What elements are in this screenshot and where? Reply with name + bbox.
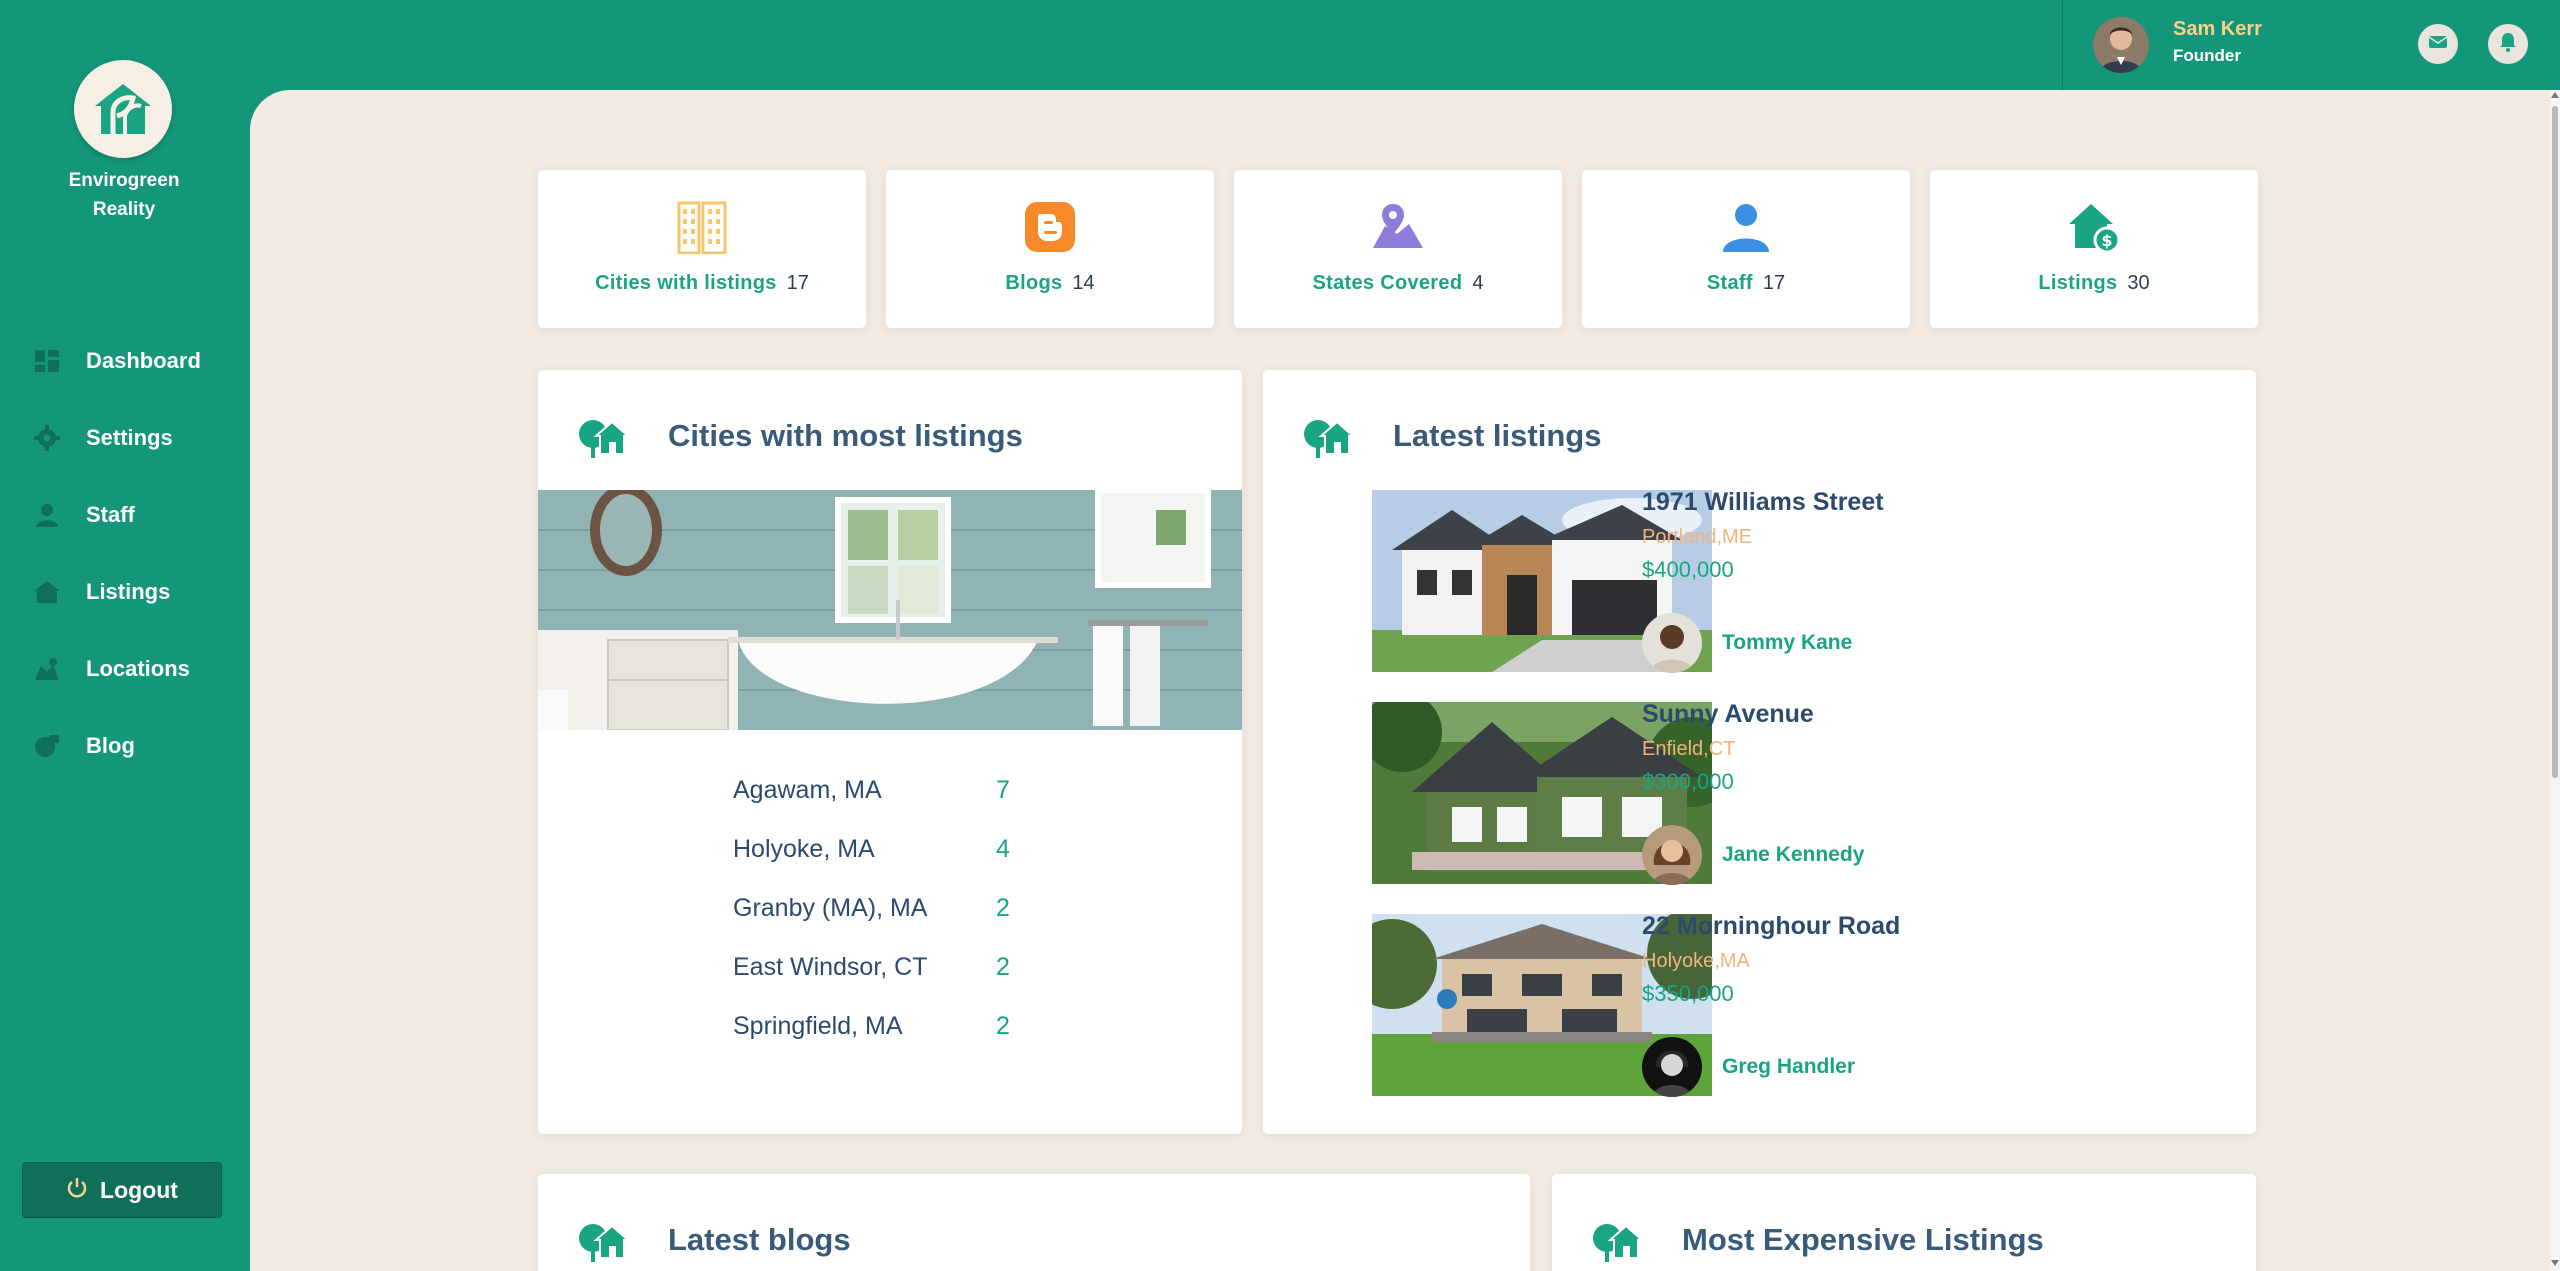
sidebar-nav: Dashboard Settings Staff Listings Locati…	[0, 322, 250, 784]
listing-location: Portland,ME	[1642, 526, 1753, 548]
sidebar-item-staff[interactable]: Staff	[0, 476, 250, 553]
main-content: Cities with listings 17 Blogs 14 States Co…	[250, 90, 2550, 1271]
house-icon	[32, 578, 62, 606]
stat-card-staff[interactable]: Staff 17	[1582, 170, 1910, 328]
sidebar-item-label: Dashboard	[86, 347, 201, 373]
stat-label: Cities with listings	[595, 272, 777, 294]
envelope-icon	[2428, 35, 2448, 54]
gear-icon	[32, 424, 62, 452]
logout-label: Logout	[100, 1176, 178, 1203]
house-dollar-icon: $	[2069, 204, 2121, 254]
listing-title[interactable]: 1971 Williams Street	[1642, 488, 1884, 517]
panel-title: Latest listings	[1393, 418, 1602, 453]
map-pin-icon	[1373, 204, 1423, 248]
sidebar: Envirogreen Reality Dashboard Settings S…	[0, 0, 250, 1271]
city-count: 7	[996, 776, 1010, 804]
panel-title: Cities with most listings	[668, 418, 1023, 453]
listing-price: $350,000	[1642, 981, 1734, 1006]
expensive-listings-panel: Most Expensive Listings	[1552, 1174, 2256, 1271]
notifications-button[interactable]	[2488, 24, 2528, 64]
cities-panel: Cities with most listings Agawam, MA 7 H…	[538, 370, 1242, 1134]
sidebar-item-settings[interactable]: Settings	[0, 399, 250, 476]
blog-icon	[32, 732, 62, 760]
scroll-up-arrow-icon[interactable]	[2551, 92, 2559, 98]
city-name: Agawam, MA	[733, 776, 882, 804]
avatar[interactable]	[1642, 613, 1702, 673]
location-icon	[32, 655, 62, 683]
city-name: Springfield, MA	[733, 1012, 903, 1040]
sidebar-item-label: Listings	[86, 578, 171, 604]
avatar[interactable]	[1642, 825, 1702, 885]
latest-blogs-panel: Latest blogs	[538, 1174, 1530, 1271]
agent-name[interactable]: Tommy Kane	[1722, 631, 1852, 655]
stat-card-states[interactable]: States Covered 4	[1234, 170, 1562, 328]
power-icon	[66, 1176, 88, 1204]
house-tree-icon	[1304, 420, 1353, 458]
brand-logo[interactable]	[74, 60, 172, 158]
sidebar-item-label: Locations	[86, 655, 190, 681]
panel-title: Most Expensive Listings	[1682, 1222, 2044, 1257]
logout-button[interactable]: Logout	[22, 1162, 222, 1218]
brand-line-1: Envirogreen	[68, 170, 180, 191]
city-name: East Windsor, CT	[733, 953, 928, 981]
house-tree-icon	[579, 420, 628, 458]
city-count: 4	[996, 835, 1010, 863]
user-name: Sam Kerr	[2173, 18, 2262, 40]
listing-price: $300,000	[1642, 769, 1734, 794]
bell-icon	[2499, 32, 2517, 57]
svg-text:$: $	[2101, 231, 2112, 250]
scroll-down-arrow-icon[interactable]	[2551, 1260, 2559, 1266]
sidebar-item-dashboard[interactable]: Dashboard	[0, 322, 250, 399]
person-icon	[1723, 204, 1769, 252]
bathroom-photo	[538, 490, 1242, 730]
stat-value: 17	[786, 272, 809, 294]
sidebar-item-label: Staff	[86, 501, 135, 527]
brand-line-2: Reality	[92, 199, 156, 220]
messages-button[interactable]	[2418, 24, 2458, 64]
city-name: Granby (MA), MA	[733, 894, 928, 922]
blogger-icon	[1025, 202, 1075, 252]
stat-label: Blogs	[1005, 272, 1063, 294]
agent-name[interactable]: Jane Kennedy	[1722, 843, 1864, 867]
city-count: 2	[996, 953, 1010, 981]
stat-value: 14	[1072, 272, 1095, 294]
stat-card-listings[interactable]: $ Listings 30	[1930, 170, 2258, 328]
sidebar-item-locations[interactable]: Locations	[0, 630, 250, 707]
latest-listings-panel: Latest listings 1971 Williams Street Por…	[1263, 370, 2256, 1134]
user-role: Founder	[2173, 46, 2241, 65]
listing-title[interactable]: Sunny Avenue	[1642, 700, 1814, 729]
stat-label: Listings	[2038, 272, 2118, 294]
buildings-icon	[677, 201, 727, 254]
stat-label: States Covered	[1312, 272, 1463, 294]
city-count: 2	[996, 1012, 1010, 1040]
scrollbar-thumb[interactable]	[2552, 106, 2558, 778]
listing-location: Holyoke,MA	[1642, 950, 1750, 972]
stat-label: Staff	[1706, 272, 1753, 294]
user-profile: Sam Kerr Founder	[2062, 0, 2560, 90]
sidebar-item-listings[interactable]: Listings	[0, 553, 250, 630]
city-count: 2	[996, 894, 1010, 922]
city-name: Holyoke, MA	[733, 835, 875, 863]
brand-name: Envirogreen Reality	[40, 166, 208, 224]
dashboard-icon	[32, 347, 62, 375]
panel-title: Latest blogs	[668, 1222, 851, 1257]
agent-name[interactable]: Greg Handler	[1722, 1055, 1855, 1079]
stat-value: 17	[1762, 272, 1786, 294]
avatar[interactable]	[1642, 1037, 1702, 1097]
sidebar-item-label: Blog	[86, 732, 135, 758]
avatar[interactable]	[2093, 17, 2149, 73]
stat-value: 30	[2127, 272, 2150, 294]
listing-title[interactable]: 22 Morninghour Road	[1642, 912, 1900, 941]
house-leaf-icon	[95, 84, 151, 134]
stat-card-cities[interactable]: Cities with listings 17	[538, 170, 866, 328]
sidebar-item-label: Settings	[86, 424, 173, 450]
user-icon	[32, 501, 62, 529]
stat-value: 4	[1472, 272, 1484, 294]
house-tree-icon	[1593, 1224, 1642, 1262]
listing-price: $400,000	[1642, 557, 1734, 582]
sidebar-item-blog[interactable]: Blog	[0, 707, 250, 784]
listing-location: Enfield,CT	[1642, 738, 1736, 760]
stat-card-blogs[interactable]: Blogs 14	[886, 170, 1214, 328]
house-tree-icon	[579, 1224, 628, 1262]
